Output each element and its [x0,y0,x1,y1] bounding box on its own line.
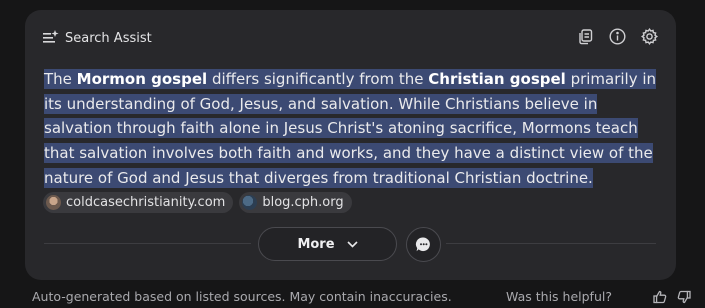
chevron-down-icon [346,237,358,252]
disclaimer-text: Auto-generated based on listed sources. … [32,289,452,304]
search-assist-title: Search Assist [65,30,152,46]
source-label: blog.cph.org [262,195,344,210]
chat-bubble-icon [415,237,430,252]
search-assist-card: Search Assist The Mormon gospel differs … [25,10,676,280]
answer-segment: differs significantly from the [207,70,429,88]
answer-segment: The [44,70,77,88]
thumbs-up-icon[interactable] [653,289,667,308]
more-label: More [297,236,335,252]
search-assist-header: Search Assist [43,28,152,48]
thumbs-down-icon[interactable] [677,289,691,308]
source-list: coldcasechristianity.com blog.cph.org [43,192,352,213]
source-chip-coldcasechristianity[interactable]: coldcasechristianity.com [43,192,234,213]
copy-icon[interactable] [576,27,594,45]
source-label: coldcasechristianity.com [66,195,226,210]
divider-right [446,243,656,244]
more-button[interactable]: More [258,227,397,261]
favicon-icon [46,195,61,210]
answer-bold-term: Mormon gospel [76,70,208,88]
answer-bold-term: Christian gospel [428,70,566,88]
gear-icon[interactable] [640,27,658,45]
favicon-icon [242,195,258,210]
answer-text: The Mormon gospel differs significantly … [44,67,659,191]
helpful-prompt: Was this helpful? [506,289,612,304]
chat-button[interactable] [406,227,441,262]
source-chip-blog-cph[interactable]: blog.cph.org [239,192,352,213]
info-icon[interactable] [608,27,626,45]
divider-left [44,243,251,244]
sparkle-list-icon [43,29,59,48]
